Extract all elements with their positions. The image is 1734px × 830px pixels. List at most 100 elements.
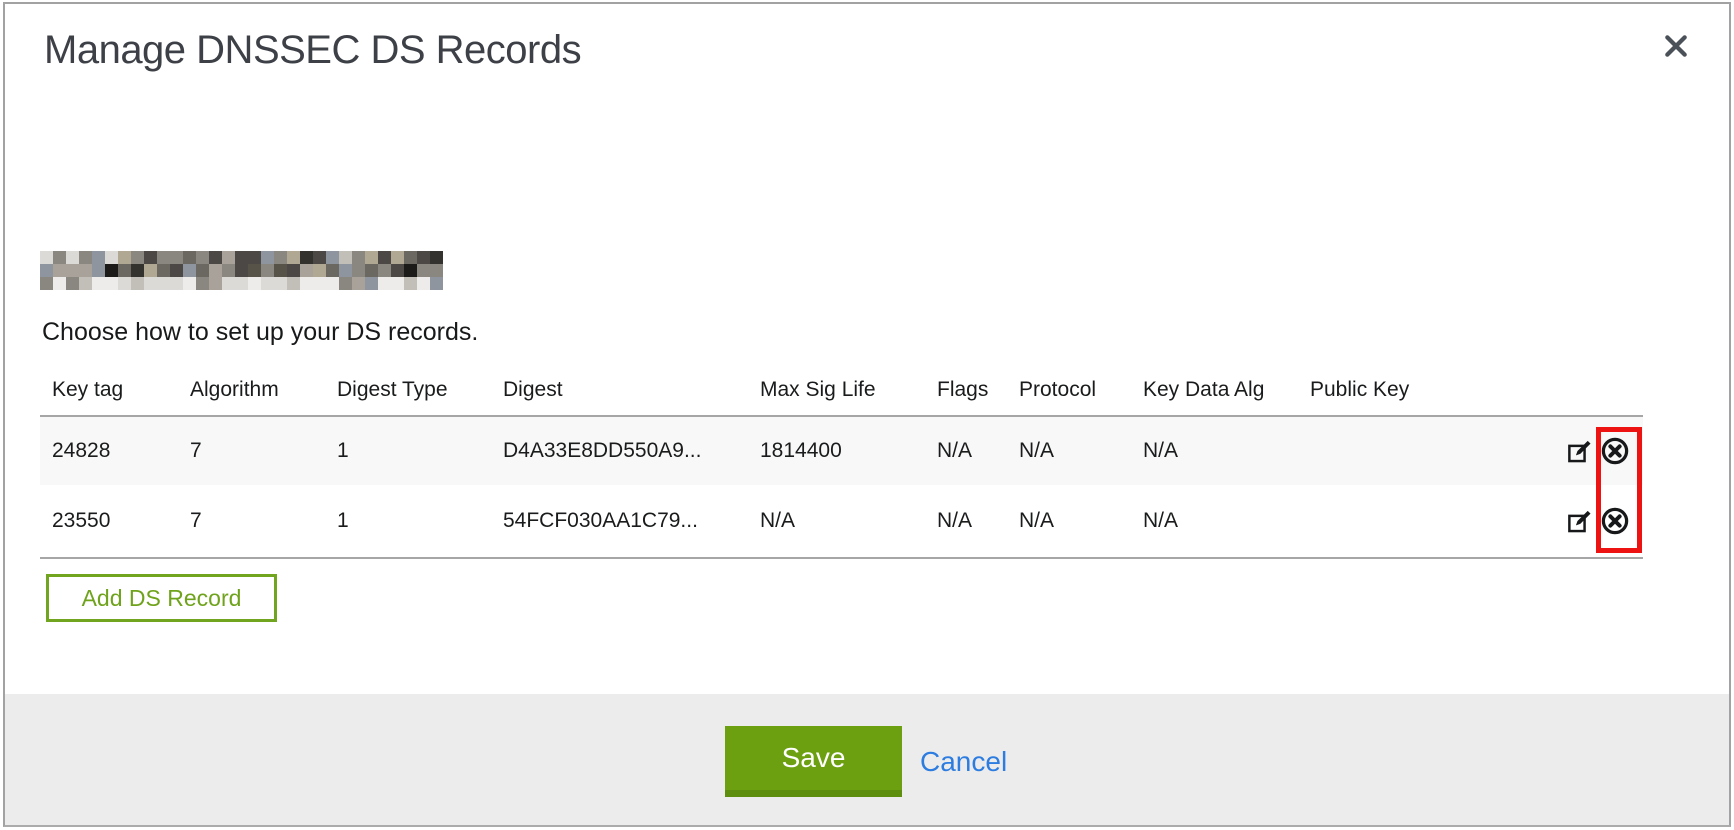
redacted-pixel xyxy=(235,251,248,264)
redacted-pixel xyxy=(170,277,183,290)
cell-key-data-alg: N/A xyxy=(1131,509,1298,533)
redacted-pixel xyxy=(105,264,118,277)
cell-key-data-alg: N/A xyxy=(1131,439,1298,463)
redacted-pixel xyxy=(391,264,404,277)
redacted-pixel xyxy=(365,251,378,264)
redacted-pixel xyxy=(326,251,339,264)
redacted-pixel xyxy=(105,251,118,264)
cell-digest-type: 1 xyxy=(325,439,491,463)
redacted-pixel xyxy=(209,251,222,264)
cell-protocol: N/A xyxy=(1007,439,1131,463)
cell-flags: N/A xyxy=(925,439,1007,463)
redacted-pixel xyxy=(92,251,105,264)
redacted-pixel xyxy=(40,251,53,264)
redacted-pixel xyxy=(79,264,92,277)
redacted-pixel xyxy=(352,264,365,277)
add-ds-record-button[interactable]: Add DS Record xyxy=(46,574,277,622)
redacted-pixel xyxy=(274,277,287,290)
redacted-pixel xyxy=(300,277,313,290)
table-bottom-border xyxy=(40,557,1643,559)
col-header-key-tag: Key tag xyxy=(40,378,178,402)
redacted-pixel xyxy=(118,264,131,277)
col-header-key-data-alg: Key Data Alg xyxy=(1131,378,1298,402)
redacted-pixel xyxy=(222,277,235,290)
edit-record-button[interactable] xyxy=(1564,436,1594,466)
redacted-pixel xyxy=(339,251,352,264)
redacted-pixel xyxy=(404,277,417,290)
redacted-pixel xyxy=(144,277,157,290)
col-header-max-sig-life: Max Sig Life xyxy=(748,378,925,402)
redacted-pixel xyxy=(235,264,248,277)
redacted-pixel xyxy=(66,264,79,277)
redacted-pixel xyxy=(287,264,300,277)
save-button[interactable]: Save xyxy=(725,726,902,797)
redacted-pixel xyxy=(209,264,222,277)
redacted-pixel xyxy=(170,264,183,277)
redacted-pixel xyxy=(404,264,417,277)
redacted-pixel xyxy=(79,251,92,264)
cell-key-tag: 23550 xyxy=(40,509,178,533)
redacted-pixel xyxy=(378,251,391,264)
redacted-pixel xyxy=(144,251,157,264)
redacted-pixel xyxy=(157,277,170,290)
redacted-pixel xyxy=(300,264,313,277)
redacted-pixel xyxy=(417,264,430,277)
redacted-pixel xyxy=(313,277,326,290)
table-header-row: Key tag Algorithm Digest Type Digest Max… xyxy=(40,365,1643,417)
redacted-pixel xyxy=(92,264,105,277)
redacted-pixel xyxy=(79,277,92,290)
redacted-pixel xyxy=(66,251,79,264)
redacted-pixel xyxy=(417,277,430,290)
redacted-pixel xyxy=(157,264,170,277)
delete-record-button[interactable] xyxy=(1600,436,1630,466)
cell-digest: 54FCF030AA1C79... xyxy=(491,509,748,533)
redacted-pixel xyxy=(118,277,131,290)
redacted-pixel xyxy=(92,277,105,290)
delete-icon xyxy=(1600,506,1630,536)
redacted-pixel xyxy=(391,277,404,290)
edit-icon xyxy=(1566,438,1593,465)
redacted-pixel xyxy=(287,277,300,290)
redacted-pixel xyxy=(248,277,261,290)
redacted-pixel xyxy=(53,277,66,290)
redacted-pixel xyxy=(53,251,66,264)
redacted-pixel xyxy=(222,264,235,277)
redacted-pixel xyxy=(261,277,274,290)
cell-digest-type: 1 xyxy=(325,509,491,533)
col-header-public-key: Public Key xyxy=(1298,378,1560,402)
redacted-pixel xyxy=(326,277,339,290)
edit-record-button[interactable] xyxy=(1564,506,1594,536)
redacted-pixel xyxy=(339,264,352,277)
col-header-protocol: Protocol xyxy=(1007,378,1131,402)
redacted-pixel xyxy=(287,251,300,264)
redacted-pixel xyxy=(274,264,287,277)
redacted-pixel xyxy=(313,264,326,277)
redacted-pixel xyxy=(352,251,365,264)
table-row: 24828 7 1 D4A33E8DD550A9... 1814400 N/A … xyxy=(40,417,1643,485)
redacted-pixel xyxy=(144,264,157,277)
delete-record-button[interactable] xyxy=(1600,506,1630,536)
cell-max-sig-life: 1814400 xyxy=(748,439,925,463)
redacted-pixel xyxy=(118,251,131,264)
redacted-pixel xyxy=(131,277,144,290)
redacted-pixel xyxy=(274,251,287,264)
redacted-pixel xyxy=(365,277,378,290)
redacted-pixel xyxy=(209,277,222,290)
cell-digest: D4A33E8DD550A9... xyxy=(491,439,748,463)
redacted-pixel xyxy=(391,251,404,264)
redacted-pixel xyxy=(378,264,391,277)
redacted-pixel xyxy=(53,264,66,277)
cell-actions xyxy=(1560,436,1643,466)
redacted-pixel xyxy=(261,264,274,277)
redacted-pixel xyxy=(248,264,261,277)
redacted-pixel xyxy=(40,277,53,290)
redacted-pixel xyxy=(313,251,326,264)
cancel-link[interactable]: Cancel xyxy=(920,746,1007,778)
cell-algorithm: 7 xyxy=(178,439,325,463)
ds-records-table: Key tag Algorithm Digest Type Digest Max… xyxy=(40,365,1643,559)
close-icon[interactable] xyxy=(1660,30,1692,62)
redacted-pixel xyxy=(417,251,430,264)
setup-instruction-text: Choose how to set up your DS records. xyxy=(42,318,478,347)
redacted-pixel xyxy=(131,251,144,264)
redacted-pixel xyxy=(66,277,79,290)
